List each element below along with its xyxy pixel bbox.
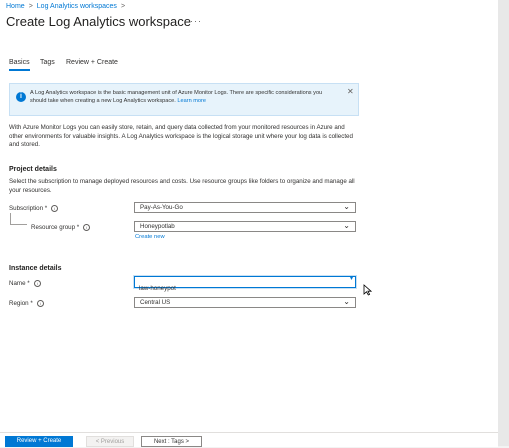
name-input[interactable]	[135, 283, 339, 294]
resource-group-label-text: Resource group *	[31, 224, 80, 232]
subscription-label: Subscription * i	[9, 205, 59, 213]
name-input-wrapper: ▾	[134, 276, 356, 294]
project-details-heading: Project details	[9, 166, 57, 173]
footer-bar: Review + Create < Previous Next : Tags >	[0, 432, 498, 447]
info-circle-icon[interactable]: i	[51, 205, 59, 212]
region-value: Central US	[140, 299, 171, 306]
tab-basics[interactable]: Basics	[9, 59, 30, 71]
chevron-down-icon: ⌄	[343, 221, 350, 230]
learn-more-link[interactable]: Learn more	[177, 98, 206, 104]
info-banner: i A Log Analytics workspace is the basic…	[9, 83, 359, 116]
create-workspace-page: Home > Log Analytics workspaces > Create Lo…	[0, 0, 509, 447]
resource-group-label: Resource group * i	[31, 224, 91, 232]
tree-connector	[10, 213, 11, 224]
info-circle-icon[interactable]: i	[33, 280, 41, 287]
scrollbar-track[interactable]	[498, 0, 509, 446]
tab-tags[interactable]: Tags	[40, 59, 55, 66]
breadcrumb: Home > Log Analytics workspaces >	[6, 3, 129, 10]
resource-group-value: Honeypotlab	[140, 223, 175, 230]
region-label: Region * i	[9, 300, 44, 307]
mouse-cursor-icon	[363, 284, 372, 296]
info-circle-icon[interactable]: i	[36, 300, 44, 307]
create-new-link[interactable]: Create new	[135, 234, 165, 240]
subscription-value: Pay-As-You-Go	[140, 204, 183, 211]
tab-review-create[interactable]: Review + Create	[66, 59, 118, 66]
subscription-dropdown[interactable]: Pay-As-You-Go ⌄	[134, 202, 356, 213]
previous-button[interactable]: < Previous	[86, 436, 134, 447]
breadcrumb-home[interactable]: Home	[6, 3, 25, 10]
next-tags-button[interactable]: Next : Tags >	[141, 436, 202, 447]
instance-details-heading: Instance details	[9, 265, 62, 272]
page-title: Create Log Analytics workspace	[6, 14, 191, 29]
name-label-text: Name *	[9, 280, 30, 288]
info-icon: i	[16, 92, 26, 102]
project-details-text: Select the subscription to manage deploy…	[9, 178, 355, 194]
chevron-down-icon: ⌄	[343, 202, 350, 211]
close-icon[interactable]: ✕	[347, 87, 354, 96]
review-create-button[interactable]: Review + Create	[5, 436, 73, 447]
region-label-text: Region *	[9, 300, 33, 308]
breadcrumb-log-analytics[interactable]: Log Analytics workspaces	[37, 3, 117, 10]
name-label: Name * i	[9, 280, 41, 287]
region-dropdown[interactable]: Central US ⌄	[134, 297, 356, 308]
tree-connector	[10, 224, 27, 225]
valid-check-icon: ▾	[349, 276, 353, 282]
breadcrumb-separator: >	[120, 3, 126, 10]
resource-group-dropdown[interactable]: Honeypotlab ⌄	[134, 221, 356, 232]
subscription-label-text: Subscription *	[9, 205, 48, 213]
more-options-icon[interactable]: ···	[190, 16, 202, 26]
chevron-down-icon: ⌄	[343, 297, 350, 306]
workspace-description: With Azure Monitor Logs you can easily s…	[9, 124, 353, 148]
info-banner-text: A Log Analytics workspace is the basic m…	[30, 90, 340, 105]
breadcrumb-separator: >	[28, 3, 33, 10]
info-circle-icon[interactable]: i	[83, 224, 91, 231]
